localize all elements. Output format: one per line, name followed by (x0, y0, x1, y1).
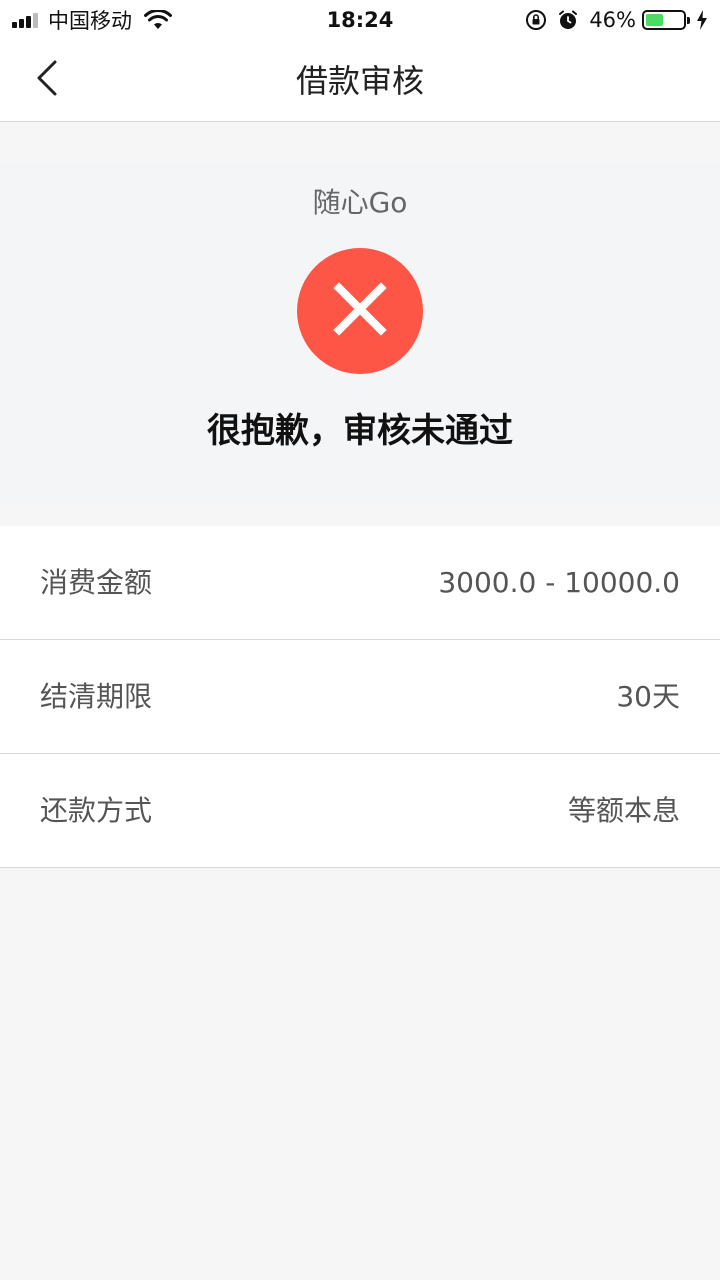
chevron-left-icon (34, 59, 58, 101)
status-right: 46% (525, 6, 708, 34)
loan-details: 消费金额 3000.0 - 10000.0 结清期限 30天 还款方式 等额本息 (0, 526, 720, 868)
back-button[interactable] (26, 60, 66, 100)
battery-percent: 46% (589, 8, 636, 32)
detail-label: 还款方式 (40, 794, 153, 827)
nav-bar: 借款审核 (0, 40, 720, 122)
detail-row-amount: 消费金额 3000.0 - 10000.0 (0, 526, 720, 640)
close-icon (333, 282, 387, 340)
detail-row-repayment: 还款方式 等额本息 (0, 754, 720, 868)
detail-row-term: 结清期限 30天 (0, 640, 720, 754)
result-message: 很抱歉，审核未通过 (207, 411, 513, 451)
detail-label: 消费金额 (40, 566, 153, 599)
detail-value: 3000.0 - 10000.0 (438, 566, 680, 599)
rotation-lock-icon (525, 9, 547, 31)
battery-level (646, 14, 663, 26)
status-bar: 中国移动 18:24 46% (0, 0, 720, 40)
detail-value: 等额本息 (567, 794, 680, 827)
detail-value: 30天 (616, 680, 680, 713)
result-panel: 随心Go 很抱歉，审核未通过 (0, 163, 720, 506)
failure-badge (297, 248, 423, 374)
battery-icon (642, 10, 690, 30)
charging-icon (696, 10, 708, 30)
detail-label: 结清期限 (40, 680, 153, 713)
product-name: 随心Go (312, 186, 408, 219)
alarm-icon (557, 9, 579, 31)
page-title: 借款审核 (295, 62, 424, 100)
